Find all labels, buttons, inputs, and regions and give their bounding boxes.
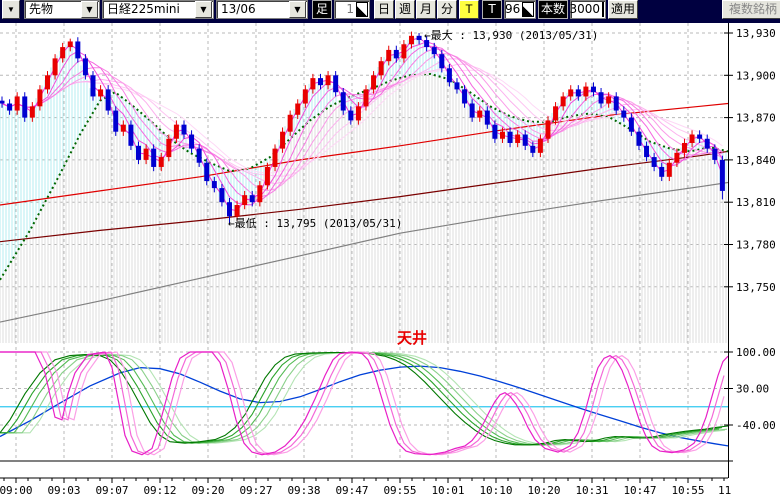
time-tick-label: 10:31: [575, 484, 608, 497]
tick-count-label: T: [482, 0, 502, 19]
price-tick-label: 13,930: [736, 27, 776, 40]
price-tick-label: 13,900: [736, 69, 776, 82]
time-tick-label: 09:07: [95, 484, 128, 497]
time-tick-label: 09:27: [239, 484, 272, 497]
price-tick-label: 13,840: [736, 154, 776, 167]
price-tick-label: 13,810: [736, 196, 776, 209]
time-axis: 09:00 09:03 09:07 09:12 09:20 09:27 09:38 09:47…: [0, 461, 731, 497]
time-tick-label: 10:55: [671, 484, 704, 497]
instrument-select[interactable]: 日経225mini ▼: [102, 0, 214, 19]
bar-interval-input[interactable]: 1: [334, 0, 370, 19]
bars-count-label: 本数: [538, 0, 568, 19]
time-tick-label: 09:12: [143, 484, 176, 497]
time-tick-label: 10:47: [623, 484, 656, 497]
bars-count-value: 3000: [569, 1, 602, 18]
ceiling-annotation: 天井: [397, 329, 427, 347]
multi-symbol-button: 複数銘柄: [722, 0, 780, 19]
oscillator-tick-label: 100.00: [736, 346, 776, 359]
tick-count-value: 96: [505, 1, 522, 18]
oscillator-tick-label: 30.00: [736, 382, 769, 395]
chevron-down-icon[interactable]: ▼: [81, 1, 98, 18]
window-menu-button[interactable]: ▼: [2, 0, 20, 19]
spinner-icon[interactable]: [522, 2, 534, 17]
spinner-icon[interactable]: [602, 2, 604, 17]
chart-canvas: ←最大 : 13,930 (2013/05/31) ←最低 : 13,795 (2…: [0, 23, 780, 500]
time-tick-label: 09:03: [47, 484, 80, 497]
apply-button[interactable]: 適用: [608, 0, 638, 19]
price-tick-label: 13,780: [736, 239, 776, 252]
instrument-type-value: 先物: [25, 1, 80, 18]
time-tick-label: 09:55: [383, 484, 416, 497]
contract-month-value: 13/06: [217, 1, 288, 18]
period-week-button[interactable]: 週: [395, 0, 415, 19]
period-month-button[interactable]: 月: [416, 0, 436, 19]
time-tick-label: 09:00: [0, 484, 33, 497]
toolbar: ▼ 先物 ▼ 日経225mini ▼ 13/06 ▼ 足 1 日 週 月 分 T…: [0, 0, 780, 23]
contract-month-select[interactable]: 13/06 ▼: [216, 0, 308, 19]
oscillator-tick-label: -40.00: [736, 419, 776, 432]
time-tick-label: 11: [718, 484, 731, 497]
tick-count-input[interactable]: 96: [504, 0, 536, 19]
period-day-button[interactable]: 日: [374, 0, 394, 19]
spinner-icon[interactable]: [356, 2, 368, 17]
bar-type-label: 足: [312, 0, 332, 19]
time-tick-label: 10:10: [479, 484, 512, 497]
low-annotation: ←最低 : 13,795 (2013/05/31): [228, 217, 402, 230]
time-tick-label: 10:01: [431, 484, 464, 497]
instrument-type-select[interactable]: 先物 ▼: [24, 0, 100, 19]
time-tick-label: 09:47: [335, 484, 368, 497]
bar-interval-value: 1: [346, 1, 356, 18]
high-annotation: ←最大 : 13,930 (2013/05/31): [424, 28, 598, 42]
chevron-down-icon[interactable]: ▼: [195, 1, 212, 18]
price-tick-label: 13,870: [736, 112, 776, 125]
chevron-down-icon: ▼: [7, 5, 15, 14]
period-minute-button[interactable]: 分: [437, 0, 457, 19]
time-tick-label: 10:20: [527, 484, 560, 497]
chevron-down-icon[interactable]: ▼: [289, 1, 306, 18]
instrument-value: 日経225mini: [103, 1, 194, 18]
tick-mode-button[interactable]: T: [459, 0, 479, 19]
bars-count-input[interactable]: 3000: [570, 0, 606, 19]
time-tick-label: 09:20: [191, 484, 224, 497]
time-tick-label: 09:38: [287, 484, 320, 497]
main-chart-area[interactable]: [0, 23, 728, 344]
price-tick-label: 13,750: [736, 281, 776, 294]
price-axis: 13,930 13,900 13,870 13,840 13,810 13,780 13,7…: [724, 23, 776, 478]
